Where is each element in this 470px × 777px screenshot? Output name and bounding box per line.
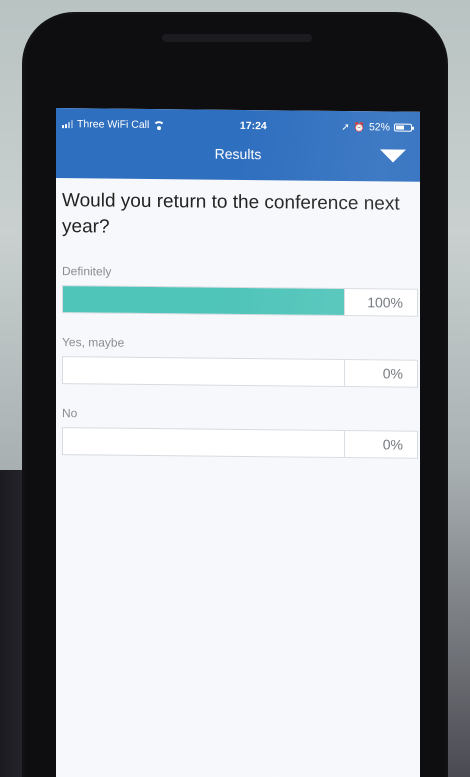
result-bar: 0% [62,356,418,388]
title-row: Results [56,132,420,176]
speaker-icon [162,34,312,42]
battery-icon [393,123,412,132]
result-bar: 0% [62,427,418,459]
wifi-icon [153,121,165,130]
alarm-icon: ⏰ [353,121,365,132]
triangle-down-icon[interactable] [380,149,406,163]
page-title: Results [214,145,262,163]
poll-option: Definitely 100% [62,264,420,317]
result-bar-track [63,357,345,387]
poll-results: Would you return to the conference next … [56,178,420,459]
status-right: ➚ ⏰ 52% [341,121,412,134]
option-label: Yes, maybe [62,335,125,350]
result-bar-track [63,286,345,316]
result-percent: 100% [367,294,403,311]
result-percent: 0% [382,436,403,453]
poll-option: No 0% [62,406,420,459]
poll-option: Yes, maybe 0% [62,335,420,388]
option-label: No [62,406,78,421]
status-time: 17:24 [239,119,267,133]
result-bar-track [63,428,345,458]
nav-bar: Three WiFi Call 17:24 ➚ ⏰ 52% Results [56,108,420,182]
signal-icon [62,120,73,129]
result-percent: 0% [382,365,403,382]
result-bar: 100% [62,285,418,317]
poll-question: Would you return to the conference next … [62,190,400,238]
location-icon: ➚ [341,121,350,133]
carrier-label: Three WiFi Call [77,118,150,131]
option-label: Definitely [62,264,112,279]
status-left: Three WiFi Call [62,118,165,131]
app-screen: Three WiFi Call 17:24 ➚ ⏰ 52% Results Wo… [56,108,420,777]
battery-percent: 52% [368,121,390,134]
result-bar-fill [63,286,344,316]
